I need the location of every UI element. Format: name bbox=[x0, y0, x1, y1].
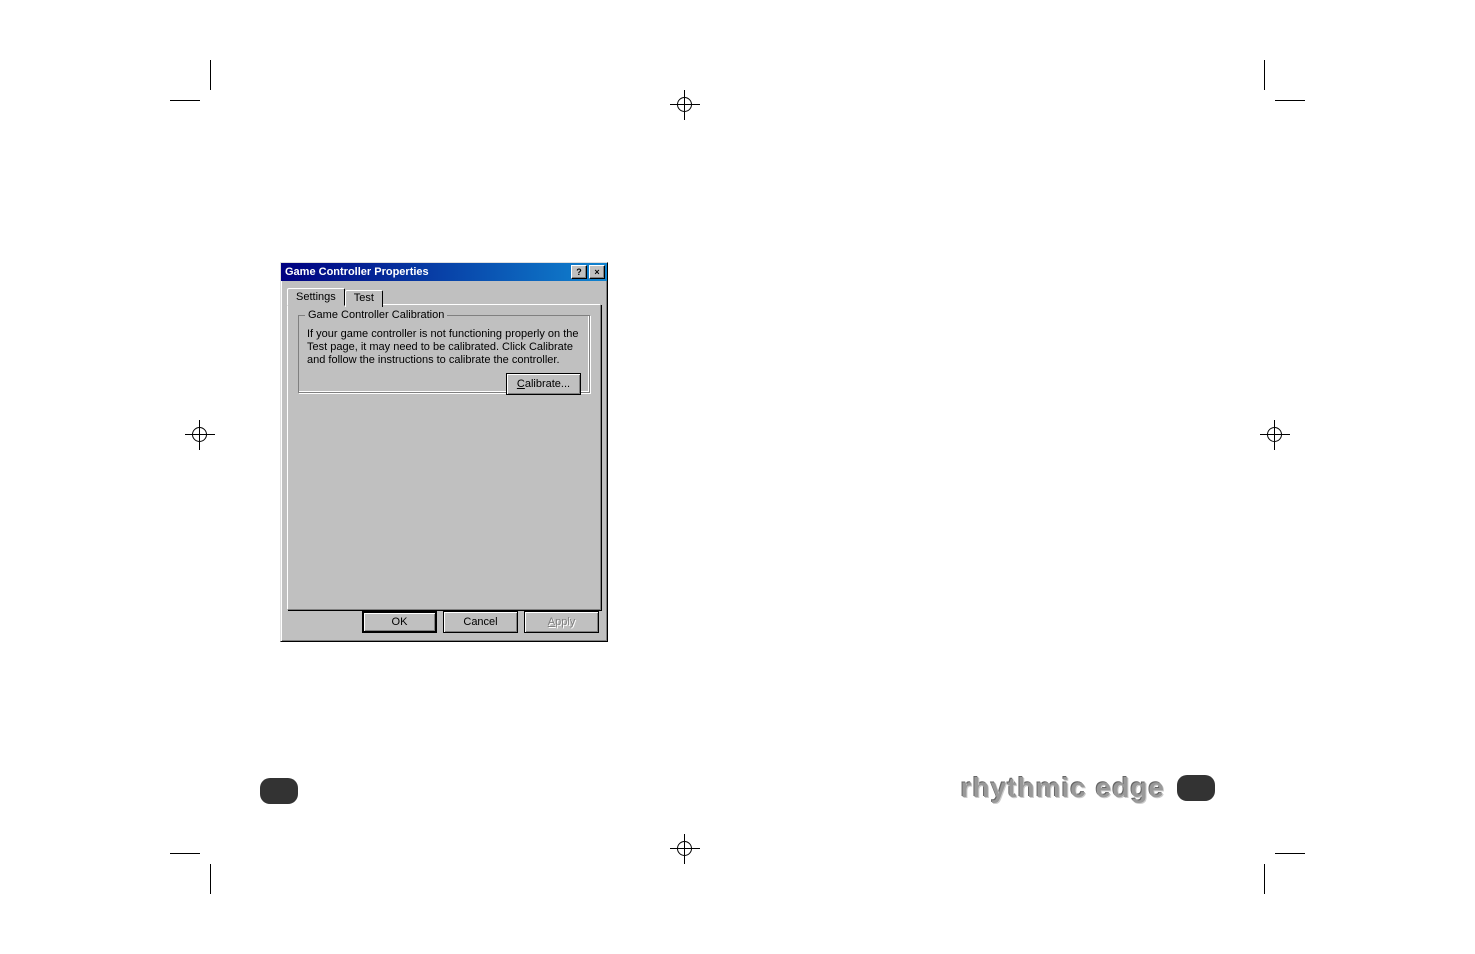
tab-strip: Settings Test bbox=[287, 288, 601, 305]
calibration-description: If your game controller is not functioni… bbox=[307, 328, 581, 367]
titlebar[interactable]: Game Controller Properties ? × bbox=[281, 263, 607, 281]
tab-settings[interactable]: Settings bbox=[287, 288, 345, 306]
settings-panel: Game Controller Calibration If your game… bbox=[287, 304, 601, 610]
calibration-groupbox: Game Controller Calibration If your game… bbox=[298, 315, 590, 393]
apply-button-label: pply bbox=[555, 616, 575, 628]
tab-test[interactable]: Test bbox=[345, 290, 383, 307]
calibrate-button[interactable]: Calibrate... bbox=[506, 373, 581, 395]
game-controller-properties-dialog: Game Controller Properties ? × Settings … bbox=[280, 262, 608, 642]
cancel-button[interactable]: Cancel bbox=[443, 611, 518, 633]
page-number-right bbox=[1177, 775, 1215, 801]
groupbox-title: Game Controller Calibration bbox=[305, 309, 447, 321]
apply-button: Apply bbox=[524, 611, 599, 633]
titlebar-title: Game Controller Properties bbox=[283, 266, 569, 278]
dialog-footer: OK Cancel Apply bbox=[362, 611, 599, 633]
page-number-left bbox=[260, 778, 298, 804]
brand-logo: rhythmic edge bbox=[961, 772, 1165, 804]
ok-button[interactable]: OK bbox=[362, 611, 437, 633]
close-button[interactable]: × bbox=[589, 265, 605, 279]
page-footer: rhythmic edge bbox=[961, 772, 1215, 804]
help-button[interactable]: ? bbox=[571, 265, 587, 279]
calibrate-button-label: alibrate... bbox=[525, 378, 570, 390]
